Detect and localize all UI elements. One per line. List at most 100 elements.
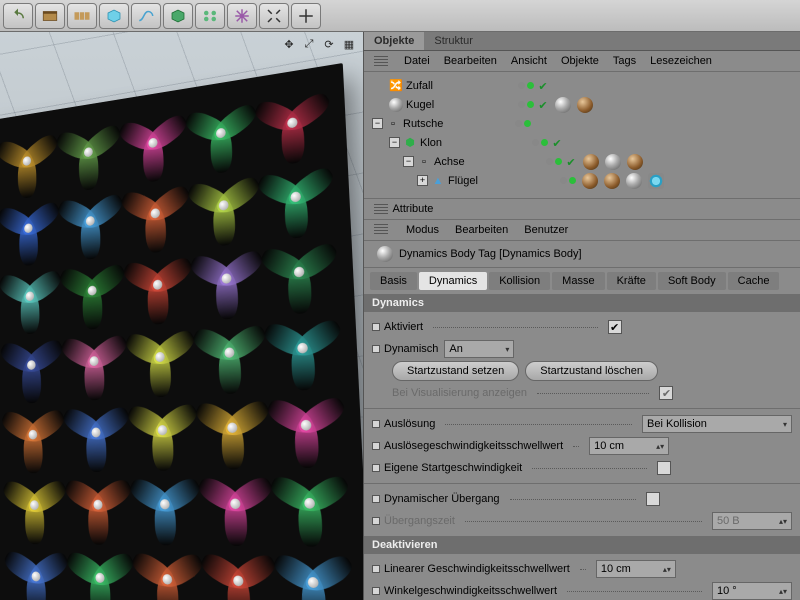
burst-icon[interactable]	[227, 3, 257, 29]
spline-icon[interactable]	[131, 3, 161, 29]
undo-icon[interactable]	[3, 3, 33, 29]
tree-row-rutsche[interactable]: − ▫ Rutsche	[372, 114, 794, 133]
collapse-icon[interactable]: −	[403, 156, 414, 167]
menu-tags[interactable]: Tags	[613, 55, 636, 67]
spinner-object	[126, 249, 190, 320]
top-toolbar	[0, 0, 800, 32]
frames-icon[interactable]	[67, 3, 97, 29]
dynamics-tag-icon[interactable]	[577, 97, 593, 113]
spinner-object	[7, 543, 66, 600]
nav-zoom-icon[interactable]: ⤢	[301, 36, 317, 52]
spinner-object	[59, 117, 118, 188]
tree-label: Flügel	[448, 175, 553, 187]
label-aktiviert: Aktiviert	[384, 321, 423, 333]
spinner-object	[0, 194, 57, 262]
menu-objekte[interactable]: Objekte	[561, 55, 599, 67]
spinner-object	[196, 316, 264, 388]
tree-row-fluegel[interactable]: + ▲ Flügel	[372, 171, 794, 190]
spinner-object	[261, 159, 332, 235]
menu-lesezeichen[interactable]: Lesezeichen	[650, 55, 712, 67]
tab-kollision[interactable]: Kollision	[489, 272, 550, 290]
section-deaktivieren: Deaktivieren	[364, 536, 800, 554]
spinner-object	[3, 331, 60, 398]
vis-check-icon[interactable]: ✔	[537, 99, 549, 111]
tag-icon[interactable]	[604, 173, 620, 189]
tab-cache[interactable]: Cache	[728, 272, 780, 290]
vis-check-icon[interactable]: ✔	[537, 80, 549, 92]
menu-benutzer[interactable]: Benutzer	[524, 224, 568, 236]
tag-icon[interactable]	[582, 173, 598, 189]
label-uebergangszeit: Übergangszeit	[384, 515, 455, 527]
checkbox-aktiviert[interactable]: ✔	[608, 320, 622, 334]
expand-icon[interactable]	[259, 3, 289, 29]
dropdown-ausloesung[interactable]: Bei Kollision▾	[642, 415, 792, 433]
tab-basis[interactable]: Basis	[370, 272, 417, 290]
collapse-icon[interactable]: −	[389, 137, 400, 148]
spinner-object	[69, 544, 131, 600]
nav-rotate-icon[interactable]: ⟳	[321, 36, 337, 52]
vis-check-icon[interactable]: ✔	[565, 156, 577, 168]
viewport-nav-icons: ✥ ⤢ ⟳ ▦	[281, 36, 357, 52]
spinner-object	[264, 234, 335, 309]
checkbox-visualisierung[interactable]: ✔	[659, 386, 673, 400]
attribute-title: Attribute	[392, 203, 433, 215]
menu-bearbeiten[interactable]: Bearbeiten	[455, 224, 508, 236]
menu-ansicht[interactable]: Ansicht	[511, 55, 547, 67]
checkbox-dyn-uebergang[interactable]	[646, 492, 660, 506]
drag-handle-icon	[374, 204, 388, 214]
tree-row-klon[interactable]: − ⬢ Klon ✔	[372, 133, 794, 152]
cube-icon[interactable]	[99, 3, 129, 29]
button-startzustand-loeschen[interactable]: Startzustand löschen	[525, 361, 658, 381]
viewport-3d[interactable]: ✥ ⤢ ⟳ ▦	[0, 32, 364, 600]
nav-move-icon[interactable]: ✥	[281, 36, 297, 52]
label-dynamisch: Dynamisch	[384, 343, 438, 355]
spinner-object	[267, 311, 339, 385]
dynamics-body-icon	[377, 246, 393, 262]
button-startzustand-setzen[interactable]: Startzustand setzen	[392, 361, 519, 381]
dynamics-tag-icon[interactable]	[583, 154, 599, 170]
tab-objekte[interactable]: Objekte	[364, 32, 424, 50]
input-lin-schwell[interactable]: 10 cm▴▾	[596, 560, 676, 578]
menu-modus[interactable]: Modus	[406, 224, 439, 236]
object-menubar: Datei Bearbeiten Ansicht Objekte Tags Le…	[364, 51, 800, 72]
material-tag-icon[interactable]	[605, 154, 621, 170]
random-icon: 🔀	[389, 79, 403, 93]
expand-icon[interactable]: +	[417, 175, 428, 186]
drag-handle-icon	[374, 224, 388, 234]
vis-check-icon[interactable]: ✔	[551, 137, 563, 149]
attribute-menubar: Modus Bearbeiten Benutzer	[364, 220, 800, 241]
checkbox-eigene-start[interactable]	[657, 461, 671, 475]
input-uebergangszeit[interactable]: 50 B▴▾	[712, 512, 792, 530]
tree-row-achse[interactable]: − ▫ Achse ✔	[372, 152, 794, 171]
array-icon[interactable]	[195, 3, 225, 29]
collapse-icon[interactable]: −	[372, 118, 383, 129]
tab-softbody[interactable]: Soft Body	[658, 272, 726, 290]
dynamics-tag-icon[interactable]	[627, 154, 643, 170]
object-tree: 🔀 Zufall ✔ Kugel ✔ − ▫ Rutsche − ⬢ Klon	[364, 72, 800, 199]
material-tag-icon[interactable]	[626, 173, 642, 189]
input-wink-schwell[interactable]: 10 °▴▾	[712, 582, 792, 600]
tab-struktur[interactable]: Struktur	[424, 32, 483, 50]
input-ausl-schwell[interactable]: 10 cm▴▾	[589, 437, 669, 455]
spinner-object	[61, 186, 121, 256]
tab-kraefte[interactable]: Kräfte	[607, 272, 656, 290]
tree-row-kugel[interactable]: Kugel ✔	[372, 95, 794, 114]
spinner-object	[2, 262, 59, 330]
dropdown-dynamisch[interactable]: An▾	[444, 340, 514, 358]
tab-dynamics[interactable]: Dynamics	[419, 272, 487, 290]
label-wink-schwell: Winkelgeschwindigkeitsschwellwert	[384, 585, 557, 597]
spinner-object	[68, 471, 130, 538]
tree-row-zufall[interactable]: 🔀 Zufall ✔	[372, 76, 794, 95]
film-icon[interactable]	[35, 3, 65, 29]
menu-bearbeiten[interactable]: Bearbeiten	[444, 55, 497, 67]
tab-masse[interactable]: Masse	[552, 272, 604, 290]
phong-tag-icon[interactable]	[648, 173, 664, 189]
menu-datei[interactable]: Datei	[404, 55, 430, 67]
cube-group-icon[interactable]	[163, 3, 193, 29]
move-icon[interactable]	[291, 3, 321, 29]
material-tag-icon[interactable]	[555, 97, 571, 113]
viewport-slab	[0, 63, 364, 600]
spinner-object	[191, 168, 258, 242]
nav-grid-icon[interactable]: ▦	[341, 36, 357, 52]
spinner-object	[128, 321, 192, 391]
